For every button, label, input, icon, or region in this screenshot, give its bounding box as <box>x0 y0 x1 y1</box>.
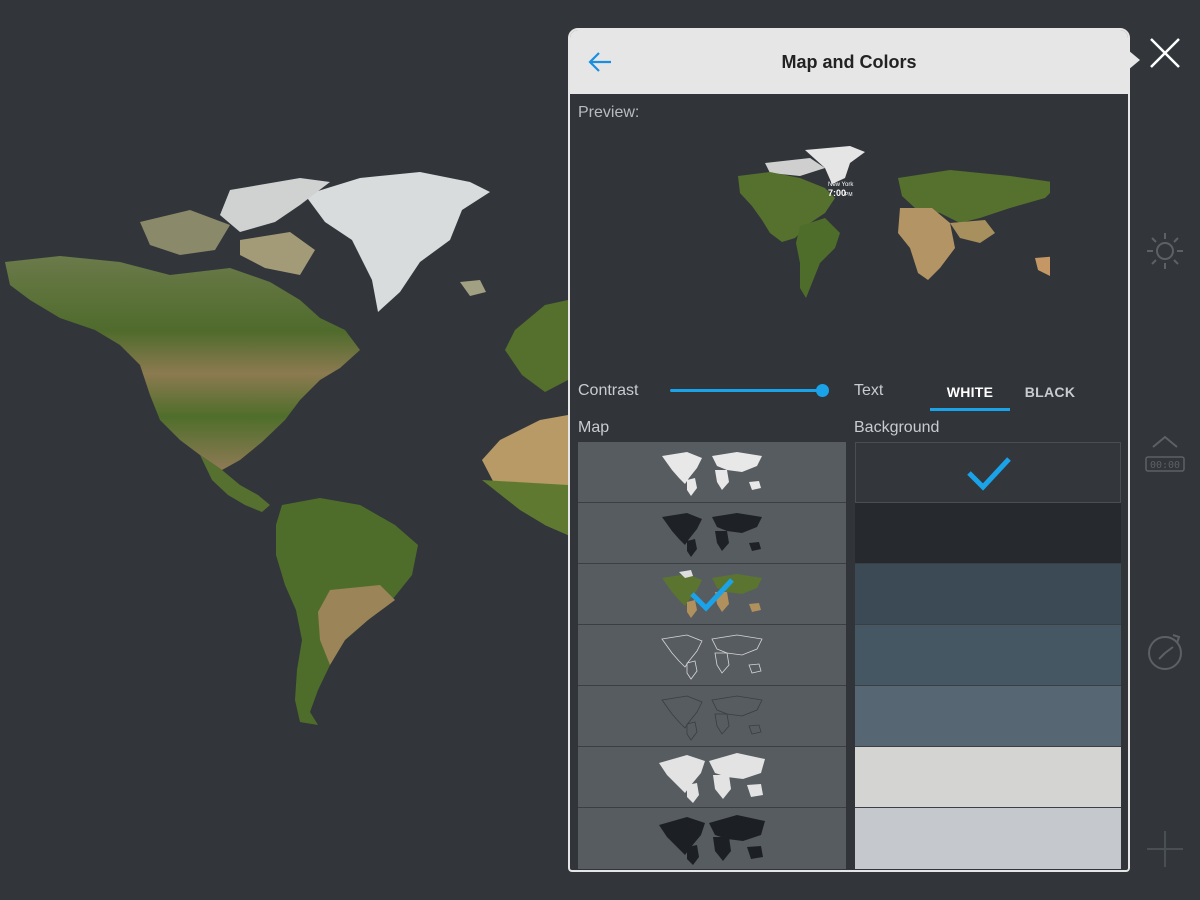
white-large-world-map-icon <box>659 753 765 803</box>
alarm-clock-icon: 00:00 <box>1145 435 1185 472</box>
map-preview: New York 7:00 PM <box>738 146 1050 298</box>
close-icon <box>1150 38 1180 68</box>
map-option-dark-outline[interactable] <box>578 686 846 747</box>
panel-title: Map and Colors <box>781 51 917 72</box>
map-option-black-large[interactable] <box>578 808 846 869</box>
background-swatch-4[interactable] <box>855 625 1121 686</box>
map-option-satellite[interactable] <box>578 564 846 625</box>
preview-label: Preview: <box>578 104 640 121</box>
text-color-label: Text <box>854 382 884 399</box>
contrast-slider[interactable] <box>670 381 829 401</box>
map-selected-check-icon <box>690 578 734 612</box>
contrast-slider-track <box>670 389 822 392</box>
brightness-button[interactable] <box>1142 228 1188 274</box>
brightness-icon <box>1147 233 1183 269</box>
map-options-list <box>578 442 846 869</box>
white-world-map-icon <box>662 452 762 496</box>
europe-edge-shape <box>505 300 568 392</box>
background-swatch-6[interactable] <box>855 747 1121 808</box>
map-option-white-outline[interactable] <box>578 625 846 686</box>
preview-time: 7:00 <box>828 188 846 198</box>
contrast-slider-thumb[interactable] <box>816 384 829 397</box>
north-america-shape <box>5 256 360 470</box>
panel-header: Map and Colors <box>570 30 1128 94</box>
outline-world-map-icon <box>661 634 763 680</box>
add-icon <box>1147 831 1183 867</box>
background-swatch-7[interactable] <box>855 808 1121 869</box>
black-world-map-icon <box>662 513 762 557</box>
background-swatch-5[interactable] <box>855 686 1121 747</box>
central-america-shape <box>200 455 270 512</box>
timer-button[interactable] <box>1142 628 1188 674</box>
add-button[interactable] <box>1142 826 1188 872</box>
background-swatch-2[interactable] <box>855 503 1121 564</box>
map-option-white[interactable] <box>578 442 846 503</box>
background-section-label: Background <box>854 419 940 436</box>
map-option-black[interactable] <box>578 503 846 564</box>
map-and-colors-panel: Map and Colors Preview: New York 7:00 PM… <box>568 28 1130 872</box>
background-swatches-list <box>855 442 1121 869</box>
back-arrow-icon <box>588 52 611 72</box>
back-button[interactable] <box>584 46 616 78</box>
alarm-clock-button[interactable]: 00:00 <box>1142 432 1188 478</box>
contrast-label: Contrast <box>578 382 639 399</box>
text-black-option[interactable]: BLACK <box>1010 384 1090 408</box>
map-section-label: Map <box>578 419 610 436</box>
background-swatch-3[interactable] <box>855 564 1121 625</box>
close-button[interactable] <box>1142 30 1188 76</box>
timer-icon <box>1148 634 1182 670</box>
black-large-world-map-icon <box>659 814 765 865</box>
preview-ampm: PM <box>845 192 853 198</box>
text-white-option[interactable]: WHITE <box>930 384 1010 411</box>
map-option-white-large[interactable] <box>578 747 846 808</box>
background-selected-check-icon <box>967 457 1011 491</box>
greenland-shape <box>305 172 490 312</box>
dark-outline-world-map-icon <box>661 695 763 741</box>
background-swatch-1[interactable] <box>855 442 1121 503</box>
svg-text:00:00: 00:00 <box>1150 460 1180 471</box>
